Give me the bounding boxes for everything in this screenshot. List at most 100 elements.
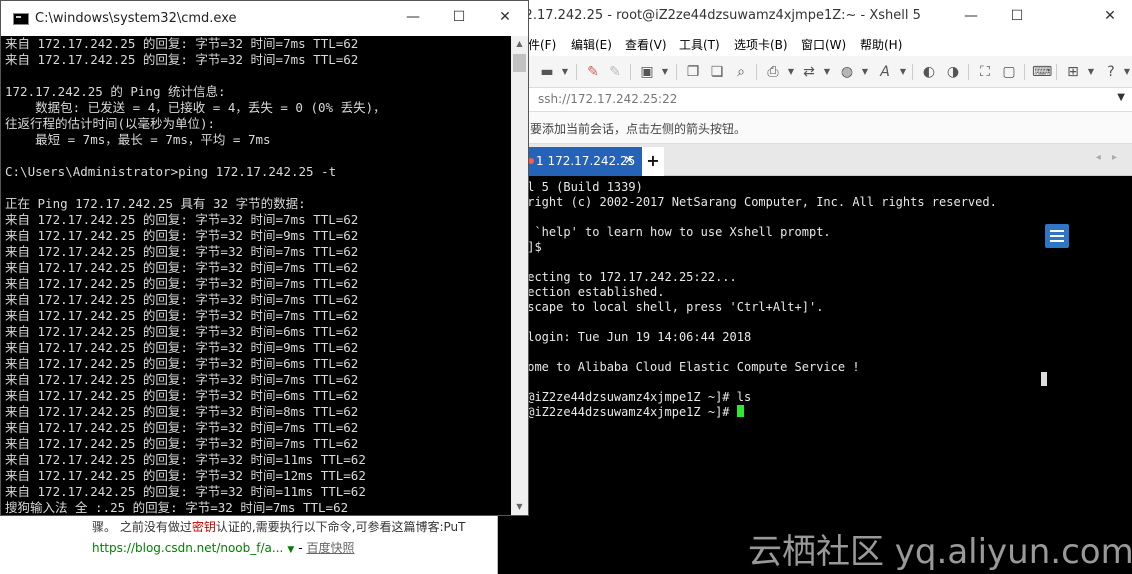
close-button[interactable]: ✕ (482, 1, 528, 33)
terminal-output: ll 5 (Build 1339) yright (c) 2002-2017 Ne… (520, 180, 997, 420)
watermark: 云栖社区 yq.aliyun.com (748, 532, 1132, 572)
xshell-terminal[interactable]: ll 5 (Build 1339) yright (c) 2002-2017 Ne… (498, 176, 1132, 574)
find-icon[interactable]: ⌕ (732, 63, 750, 81)
console-line: 来自 172.17.242.25 的回复: 字节=32 时间=7ms TTL=6… (5, 36, 359, 51)
console-line: 来自 172.17.242.25 的回复: 字节=32 时间=9ms TTL=6… (5, 228, 359, 243)
terminal-scroll-marker (1041, 372, 1047, 386)
terminal-line: ll 5 (Build 1339) (520, 180, 643, 194)
console-line: 正在 Ping 172.17.242.25 具有 32 字节的数据: (5, 196, 306, 211)
address-bar: ssh://172.17.242.25:22 ▼ (498, 88, 1132, 112)
menu-help[interactable]: 帮助(H) (860, 36, 902, 53)
globe-icon[interactable]: ◍ (838, 63, 856, 81)
console-line: 搜狗输入法 全 :.25 的回复: 字节=32 时间=7ms TTL=62 (5, 500, 349, 515)
toolbar-separator (1024, 64, 1025, 80)
menu-edit[interactable]: 编辑(E) (571, 36, 612, 53)
cmd-titlebar[interactable]: C:\windows\system32\cmd.exe — ☐ ✕ (1, 1, 528, 36)
snapshot-link[interactable]: 百度快照 (306, 541, 354, 555)
console-line: 来自 172.17.242.25 的回复: 字节=32 时间=9ms TTL=6… (5, 340, 359, 355)
toolbar-separator (968, 64, 969, 80)
chevron-down-icon[interactable]: ▼ (782, 63, 800, 81)
menu-tabs[interactable]: 选项卡(B) (734, 36, 788, 53)
disconnect-icon[interactable]: ✎ (606, 63, 624, 81)
toolbar-separator (756, 64, 757, 80)
console-icon (13, 13, 29, 25)
keyboard-icon[interactable]: ⌨ (1032, 63, 1052, 81)
font-icon[interactable]: A (876, 63, 894, 81)
console-line: 数据包: 已发送 = 4，已接收 = 4，丢失 = 0 (0% 丢失)， (5, 100, 386, 115)
session-hint-bar: 要添加当前会话，点击左侧的箭头按钮。 (498, 112, 1132, 144)
connect-icon[interactable]: ✎ (584, 63, 602, 81)
console-line: 往返行程的估计时间(以毫秒为单位): (5, 116, 216, 131)
chevron-down-icon[interactable]: ▼ (818, 63, 836, 81)
search-result-snippet: 骤。 之前没有做过密钥认证的,需要执行以下命令,可参看这篇博客:PuT (92, 518, 465, 535)
tab-scroll-arrows[interactable]: ◂ ▸ (1096, 152, 1121, 163)
menu-window[interactable]: 窗口(W) (801, 36, 846, 53)
minimize-button[interactable]: — (948, 0, 994, 32)
terminal-line: necting to 172.17.242.25:22... (520, 270, 737, 284)
cmd-window: C:\windows\system32\cmd.exe — ☐ ✕ 来自 172… (0, 0, 529, 516)
search-result-link-row: https://blog.csdn.net/noob_f/a... ▼ - 百度快照 (92, 539, 354, 556)
chevron-down-icon[interactable]: ▼ (1117, 92, 1125, 103)
chevron-down-icon[interactable]: ▼ (287, 545, 294, 555)
toolbar-separator (630, 64, 631, 80)
close-button[interactable]: ✕ (1087, 0, 1132, 32)
menu-view[interactable]: 查看(V) (625, 36, 667, 53)
add-icon[interactable]: ⊞ (1064, 63, 1082, 81)
chevron-down-icon[interactable]: ▼ (856, 63, 874, 81)
xftp-icon[interactable]: ◐ (920, 63, 938, 81)
console-line: 来自 172.17.242.25 的回复: 字节=32 时间=7ms TTL=6… (5, 420, 359, 435)
copy-icon[interactable]: ❐ (684, 63, 702, 81)
terminal-line: escape to local shell, press 'Ctrl+Alt+]… (520, 300, 824, 314)
folder-open-icon[interactable]: ▬ (538, 63, 556, 81)
maximize-button[interactable]: ☐ (436, 1, 482, 33)
console-line: 来自 172.17.242.25 的回复: 字节=32 时间=7ms TTL=6… (5, 292, 359, 307)
close-icon[interactable]: ✕ (624, 153, 634, 167)
properties-icon[interactable]: ▣ (638, 63, 656, 81)
console-line: 来自 172.17.242.25 的回复: 字节=32 时间=6ms TTL=6… (5, 324, 359, 339)
terminal-line: login: Tue Jun 19 14:06:44 2018 (520, 330, 752, 344)
scroll-down-icon[interactable]: ▼ (511, 499, 528, 515)
session-hint-text: 要添加当前会话，点击左侧的箭头按钮。 (530, 122, 747, 136)
chevron-down-icon[interactable]: ▼ (656, 63, 674, 81)
scroll-up-icon[interactable]: ▲ (511, 36, 528, 52)
session-tab-bar: 1 172.17.242.25 ✕ + ◂ ▸ (498, 144, 1132, 176)
console-line: 来自 172.17.242.25 的回复: 字节=32 时间=11ms TTL=… (5, 484, 366, 499)
transfer-icon[interactable]: ⇄ (800, 63, 818, 81)
scroll-thumb[interactable] (513, 54, 526, 72)
session-tab[interactable]: 1 172.17.242.25 ✕ (520, 147, 642, 176)
search-result-url[interactable]: https://blog.csdn.net/noob_f/a... (92, 541, 283, 555)
console-line: 来自 172.17.242.25 的回复: 字节=32 时间=12ms TTL=… (5, 468, 366, 483)
address-input[interactable]: ssh://172.17.242.25:22 (538, 92, 677, 106)
script-icon[interactable]: ◑ (944, 63, 962, 81)
maximize-button[interactable]: ☐ (994, 0, 1040, 32)
lock-icon[interactable]: ▢ (1000, 63, 1018, 81)
terminal-line: yright (c) 2002-2017 NetSarang Computer,… (520, 195, 997, 209)
print-icon[interactable]: ⎙ (764, 63, 782, 81)
terminal-prompt-line: t@iZ2ze44dzsuwamz4xjmpe1Z ~]# (520, 405, 997, 420)
cmd-console[interactable]: 来自 172.17.242.25 的回复: 字节=32 时间=7ms TTL=6… (5, 36, 509, 515)
menu-file[interactable]: 件(F) (528, 36, 556, 53)
toolbar-separator (676, 64, 677, 80)
menu-tools[interactable]: 工具(T) (679, 36, 720, 53)
chevron-down-icon[interactable]: ▼ (894, 63, 912, 81)
terminal-prompt: t@iZ2ze44dzsuwamz4xjmpe1Z ~]# (520, 405, 737, 419)
chevron-down-icon[interactable]: ▼ (556, 63, 574, 81)
chevron-down-icon[interactable]: ▼ (1118, 63, 1132, 81)
console-line: 来自 172.17.242.25 的回复: 字节=32 时间=6ms TTL=6… (5, 388, 359, 403)
fullscreen-icon[interactable]: ⛶ (976, 63, 994, 81)
cmd-scrollbar[interactable]: ▲ ▼ (511, 36, 528, 515)
terminal-line: nection established. (520, 285, 665, 299)
terminal-line: t@iZ2ze44dzsuwamz4xjmpe1Z ~]# ls (520, 390, 752, 404)
minimize-button[interactable]: — (390, 1, 436, 33)
new-tab-button[interactable]: + (642, 147, 664, 176)
console-line: 来自 172.17.242.25 的回复: 字节=32 时间=8ms TTL=6… (5, 404, 359, 419)
xshell-titlebar[interactable]: 172.17.242.25 - root@iZ2ze44dzsuwamz4xjm… (498, 0, 1132, 32)
notes-icon[interactable] (1045, 224, 1069, 248)
chevron-down-icon[interactable]: ▼ (1082, 63, 1100, 81)
paste-icon[interactable]: ❏ (708, 63, 726, 81)
